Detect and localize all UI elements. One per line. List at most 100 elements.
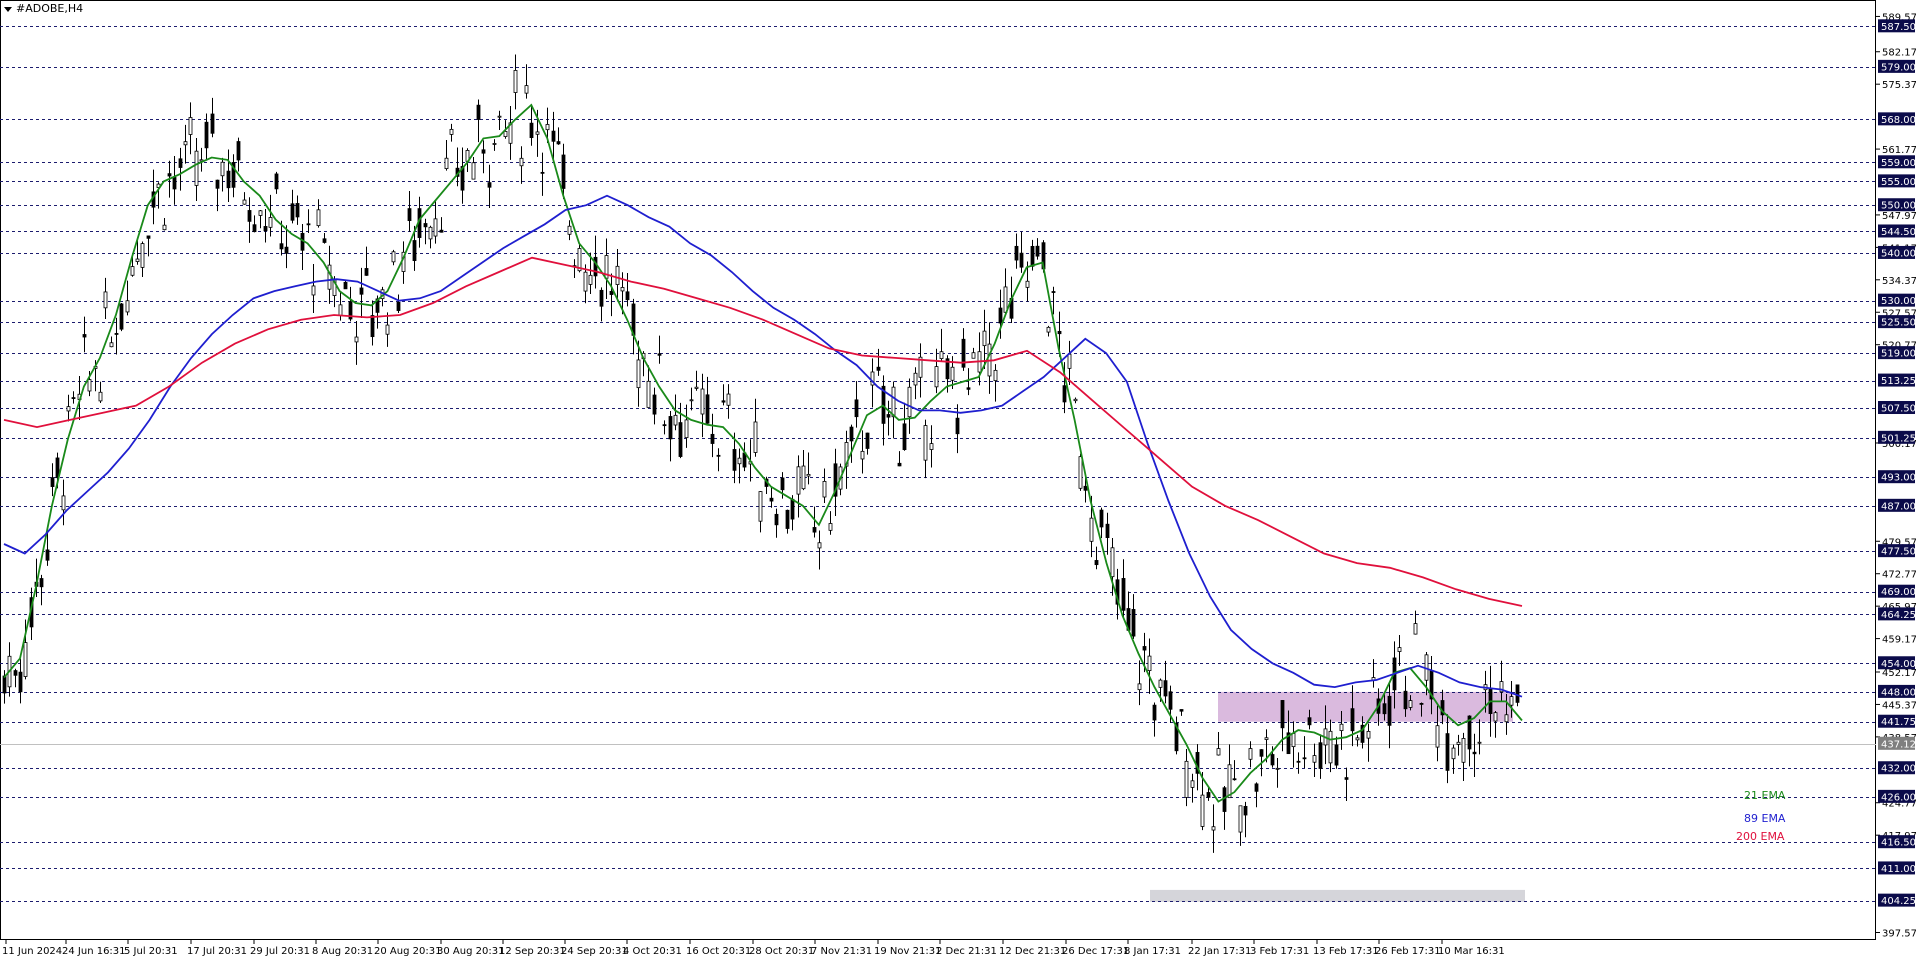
candle-body: [167, 173, 172, 177]
x-tick-label: 8 Aug 20:31: [312, 946, 373, 957]
support-zone: [1150, 889, 1525, 902]
x-tick-label: 16 Oct 20:31: [686, 946, 751, 957]
candle-body: [476, 104, 481, 120]
candle-body: [710, 433, 715, 444]
candle-body: [194, 150, 199, 186]
candle-body: [114, 333, 119, 335]
candle-body: [583, 271, 588, 292]
y-tick-label: 472.77: [1882, 570, 1916, 581]
level-label: 464.25: [1881, 610, 1916, 621]
ema-line-200-ema: [3, 256, 1523, 607]
level-label: 469.00: [1881, 587, 1916, 598]
candle-body: [98, 391, 103, 402]
candle-body: [929, 443, 934, 450]
level-label: 525.50: [1881, 318, 1916, 329]
level-label: 411.00: [1881, 864, 1916, 875]
candle-body: [955, 417, 960, 435]
candle-body: [1318, 742, 1323, 769]
candle-body: [529, 122, 534, 139]
level-label: 550.00: [1881, 201, 1916, 212]
candle-body: [1264, 737, 1269, 740]
x-tick-label: 12 Sep 20:31: [499, 946, 566, 957]
candle-body: [258, 210, 263, 216]
candle-body: [125, 300, 130, 313]
level-label: 507.50: [1881, 404, 1916, 415]
candle-body: [785, 509, 790, 529]
candle-body: [1451, 747, 1456, 760]
candle-body: [684, 419, 689, 439]
candle-body: [1067, 353, 1072, 369]
legend-ema89: 89 EMA: [1744, 812, 1786, 825]
candle-body: [103, 291, 108, 309]
x-tick-label: 2 Dec 21:31: [936, 946, 997, 957]
candle-body: [1073, 398, 1078, 402]
candle-body: [535, 131, 540, 135]
candle-body: [1238, 805, 1243, 833]
candle-body: [599, 289, 604, 307]
candle-body: [1105, 523, 1110, 538]
level-label: 404.25: [1881, 896, 1916, 907]
candle-body: [726, 393, 731, 406]
level-label: 587.50: [1881, 22, 1916, 33]
candle-body: [1515, 684, 1520, 703]
level-label: 559.00: [1881, 158, 1916, 169]
candle-body: [1339, 723, 1344, 732]
candle-body: [274, 173, 279, 190]
candle-body: [1025, 280, 1030, 288]
candle-body: [1461, 738, 1466, 763]
x-tick-label: 19 Nov 21:31: [874, 946, 941, 957]
level-label: 540.00: [1881, 248, 1916, 259]
legend-ema21: 21 EMA: [1744, 789, 1786, 802]
candle-body: [886, 414, 891, 418]
candle-body: [327, 264, 332, 290]
level-label: 487.00: [1881, 501, 1916, 512]
candle-body: [1062, 385, 1067, 403]
candle-body: [817, 542, 822, 549]
level-label: 513.25: [1881, 376, 1916, 387]
candle-body: [1397, 647, 1402, 652]
y-tick-label: 445.37: [1882, 700, 1916, 711]
candle-body: [865, 432, 870, 449]
candle-body: [1435, 725, 1440, 748]
candle-body: [1477, 741, 1482, 744]
candle-body: [39, 578, 44, 588]
x-tick-label: 3 Feb 17:31: [1250, 946, 1309, 957]
x-tick-label: 22 Jan 17:31: [1188, 946, 1251, 957]
candle-body: [822, 480, 827, 498]
candle-body: [1366, 730, 1371, 739]
menu-triangle-icon[interactable]: [4, 6, 12, 12]
candle-body: [657, 353, 662, 356]
candle-body: [295, 203, 300, 218]
candle-body: [812, 527, 817, 533]
candle-body: [1355, 737, 1360, 741]
candle-body: [1089, 517, 1094, 542]
candle-body: [50, 477, 55, 487]
candle-body: [162, 224, 167, 231]
price-chart[interactable]: 589.57582.17575.37561.77547.97541.17534.…: [0, 0, 1916, 963]
x-tick-label: 13 Feb 17:31: [1313, 946, 1379, 957]
candle-body: [13, 670, 18, 676]
candle-body: [1200, 794, 1205, 827]
candle-body: [487, 182, 492, 188]
level-label: 432.00: [1881, 764, 1916, 775]
candle-body: [796, 466, 801, 495]
candle-body: [556, 141, 561, 145]
x-tick-label: 29 Jul 20:31: [250, 946, 310, 957]
candle-body: [774, 513, 779, 526]
candle-body: [567, 225, 572, 235]
candle-body: [140, 243, 145, 268]
current-price-label: 437.12: [1881, 739, 1916, 750]
candle-body: [551, 130, 556, 142]
candle-body: [1152, 704, 1157, 721]
candle-body: [1334, 744, 1339, 766]
candle-body: [306, 223, 311, 226]
candle-body: [646, 380, 651, 408]
x-tick-label: 11 Jun 2024: [2, 946, 62, 957]
candle-body: [923, 425, 928, 461]
candle-body: [1110, 547, 1115, 578]
candle-body: [524, 85, 529, 94]
candle-body: [615, 265, 620, 285]
candle-body: [370, 315, 375, 338]
candle-body: [492, 143, 497, 145]
candle-body: [705, 394, 710, 424]
